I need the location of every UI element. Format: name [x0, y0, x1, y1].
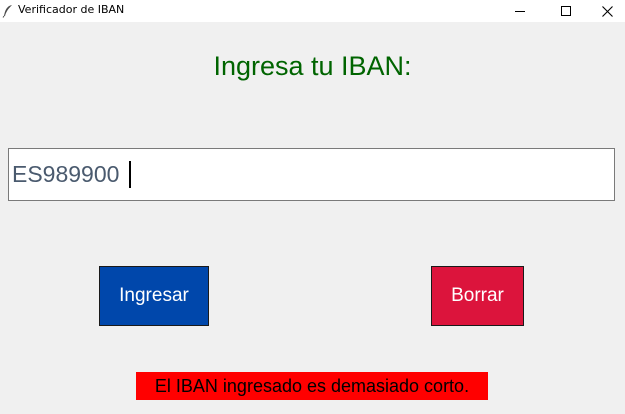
maximize-button[interactable]: [543, 0, 589, 22]
iban-input-value: ES989900: [12, 161, 120, 187]
title-bar: Verificador de IBAN: [0, 0, 625, 22]
close-button[interactable]: [589, 0, 625, 22]
iban-input[interactable]: ES989900: [8, 148, 615, 201]
text-caret: [129, 161, 131, 188]
error-message: El IBAN ingresado es demasiado corto.: [136, 372, 488, 400]
minimize-icon: [515, 6, 525, 16]
minimize-button[interactable]: [497, 0, 543, 22]
feather-icon: [2, 3, 14, 18]
window-title: Verificador de IBAN: [18, 3, 125, 16]
clear-button[interactable]: Borrar: [431, 266, 524, 326]
close-icon: [601, 5, 613, 17]
submit-button[interactable]: Ingresar: [99, 266, 209, 326]
maximize-icon: [561, 6, 571, 16]
page-heading: Ingresa tu IBAN:: [213, 51, 412, 81]
